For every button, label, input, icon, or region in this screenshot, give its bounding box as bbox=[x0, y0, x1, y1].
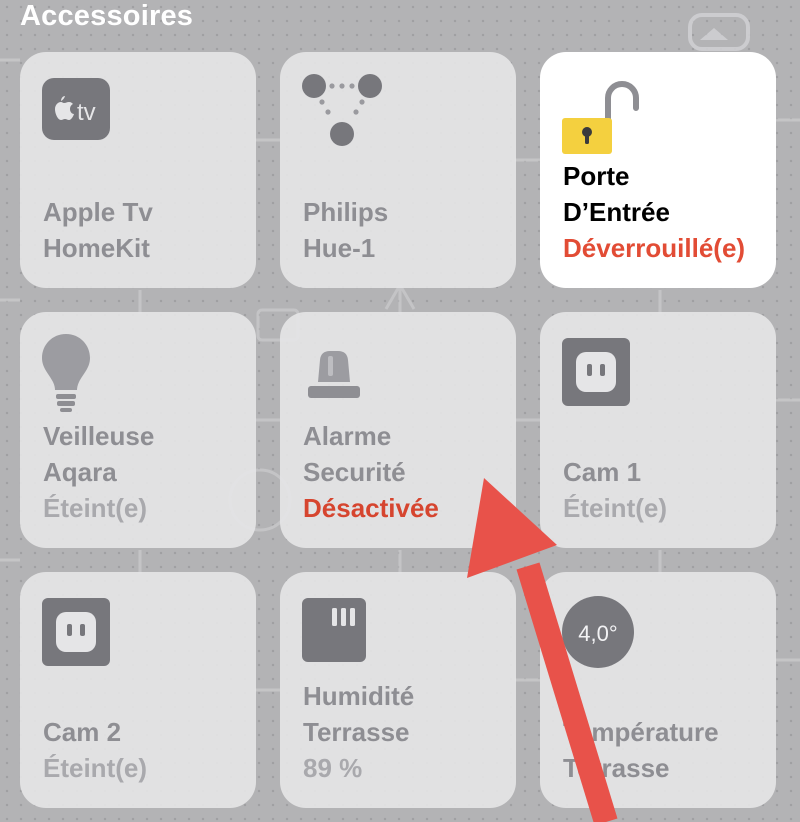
annotation-arrow bbox=[467, 478, 618, 822]
